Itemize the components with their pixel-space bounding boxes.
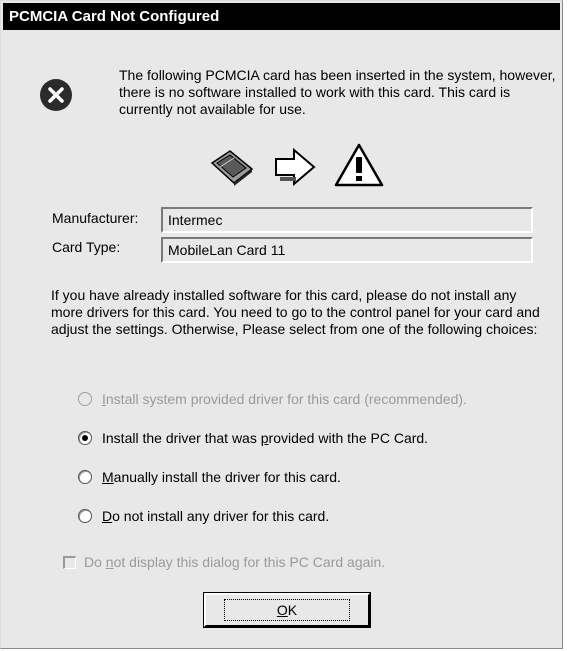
option-label: Install the driver that was provided wit…	[102, 430, 429, 446]
warning-icon	[334, 143, 384, 187]
pc-card-icon	[210, 150, 254, 186]
option-label: Install system provided driver for this …	[102, 391, 467, 407]
card-type-field: MobileLan Card 11	[161, 237, 533, 263]
manufacturer-field: Intermec	[161, 207, 533, 233]
card-type-label: Card Type:	[52, 239, 121, 255]
option-install-system-driver[interactable]: Install system provided driver for this …	[78, 390, 467, 408]
option-label: Manually install the driver for this car…	[102, 469, 341, 485]
radio-button[interactable]	[78, 392, 92, 406]
option-manual-install[interactable]: Manually install the driver for this car…	[78, 468, 341, 486]
option-no-driver[interactable]: Do not install any driver for this card.	[78, 507, 329, 525]
instructions-text: If you have already installed software f…	[51, 287, 540, 337]
arrow-icon	[275, 147, 316, 187]
window-title: PCMCIA Card Not Configured	[3, 3, 560, 30]
error-icon	[40, 79, 72, 111]
option-install-provided-driver[interactable]: Install the driver that was provided wit…	[78, 429, 428, 447]
ok-button-label: OK	[223, 599, 351, 621]
checkbox[interactable]	[63, 555, 76, 569]
dont-show-again-checkbox[interactable]: Do not display this dialog for this PC C…	[63, 554, 385, 570]
checkbox-label: Do not display this dialog for this PC C…	[84, 554, 386, 570]
radio-button[interactable]	[78, 509, 92, 523]
radio-button[interactable]	[78, 431, 92, 445]
radio-button[interactable]	[78, 470, 92, 484]
ok-button[interactable]: OK	[203, 592, 371, 628]
pcmcia-dialog: PCMCIA Card Not Configured The following…	[0, 0, 563, 649]
option-label: Do not install any driver for this card.	[102, 508, 330, 524]
info-message: The following PCMCIA card has been inser…	[119, 67, 556, 117]
manufacturer-label: Manufacturer:	[52, 210, 139, 226]
